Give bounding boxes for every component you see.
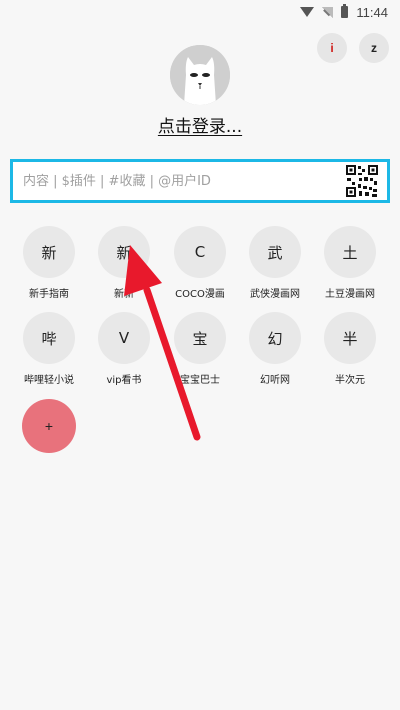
status-time: 11:44: [356, 4, 388, 20]
source-tile[interactable]: 土 土豆漫画网: [312, 226, 388, 300]
source-label: 武侠漫画网: [250, 289, 300, 300]
qr-code-icon[interactable]: [345, 164, 379, 198]
login-link[interactable]: 点击登录...: [158, 117, 242, 137]
source-tile[interactable]: 新 新新: [86, 226, 162, 300]
source-label: 半次元: [335, 375, 365, 386]
wifi-icon: [300, 7, 315, 17]
source-label: 哔哩轻小说: [24, 375, 74, 386]
login-link-wrap: 点击登录...: [0, 112, 400, 137]
no-signal-icon: [322, 6, 334, 18]
source-icon: 宝: [174, 312, 226, 364]
source-icon: 新: [23, 226, 75, 278]
status-bar: 11:44: [0, 0, 400, 24]
source-icon: 武: [249, 226, 301, 278]
avatar[interactable]: [170, 45, 230, 105]
battery-icon: [341, 4, 349, 18]
source-icon: 新: [98, 226, 150, 278]
info-button[interactable]: i: [317, 33, 347, 63]
add-source-button[interactable]: +: [22, 399, 76, 453]
source-label: COCO漫画: [175, 289, 225, 300]
source-tile[interactable]: 半 半次元: [312, 312, 388, 386]
source-icon: 哔: [23, 312, 75, 364]
source-tile[interactable]: 幻 幻听网: [237, 312, 313, 386]
source-label: 新手指南: [29, 289, 69, 300]
source-label: 土豆漫画网: [325, 289, 375, 300]
z-button[interactable]: z: [359, 33, 389, 63]
source-label: 新新: [114, 289, 134, 300]
source-tile[interactable]: C COCO漫画: [162, 226, 238, 300]
source-icon: V: [98, 312, 150, 364]
source-label: 宝宝巴士: [180, 375, 220, 386]
source-tile[interactable]: 新 新手指南: [11, 226, 87, 300]
source-tile[interactable]: 宝 宝宝巴士: [162, 312, 238, 386]
search-input[interactable]: [21, 172, 345, 190]
source-label: 幻听网: [260, 375, 290, 386]
source-icon: 土: [324, 226, 376, 278]
source-icon: C: [174, 226, 226, 278]
search-bar: [10, 159, 390, 203]
source-tile[interactable]: V vip看书: [86, 312, 162, 386]
cat-avatar-icon: [170, 45, 230, 105]
source-icon: 半: [324, 312, 376, 364]
source-icon: 幻: [249, 312, 301, 364]
source-tile[interactable]: 武 武侠漫画网: [237, 226, 313, 300]
source-tile[interactable]: 哔 哔哩轻小说: [11, 312, 87, 386]
source-label: vip看书: [106, 375, 142, 386]
